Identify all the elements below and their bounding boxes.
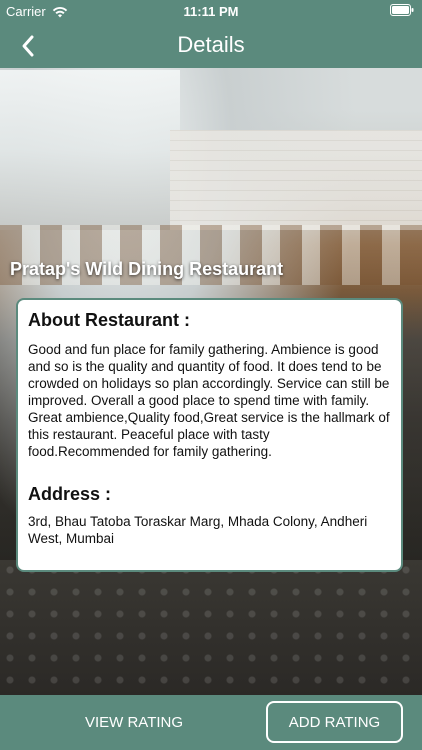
about-heading: About Restaurant : <box>28 310 190 330</box>
view-rating-button[interactable]: VIEW RATING <box>44 701 224 743</box>
bottom-action-bar: VIEW RATING ADD RATING <box>0 695 422 750</box>
photo-window-light <box>0 70 180 230</box>
status-time: 11:11 PM <box>183 4 239 19</box>
battery-icon <box>390 4 414 16</box>
info-card: About Restaurant : Good and fun place fo… <box>16 298 403 572</box>
add-rating-button[interactable]: ADD RATING <box>266 701 403 743</box>
photo-floor <box>0 560 422 695</box>
photo-brick-wall <box>170 130 422 230</box>
restaurant-name: Pratap's Wild Dining Restaurant <box>10 259 284 279</box>
address-text: 3rd, Bhau Tatoba Toraskar Marg, Mhada Co… <box>28 514 368 546</box>
navigation-bar: Details <box>0 22 422 68</box>
page-title: Details <box>177 32 245 57</box>
status-bar: Carrier 11:11 PM <box>0 0 422 22</box>
about-description: Good and fun place for family gathering.… <box>28 342 390 459</box>
address-heading: Address : <box>28 484 112 504</box>
